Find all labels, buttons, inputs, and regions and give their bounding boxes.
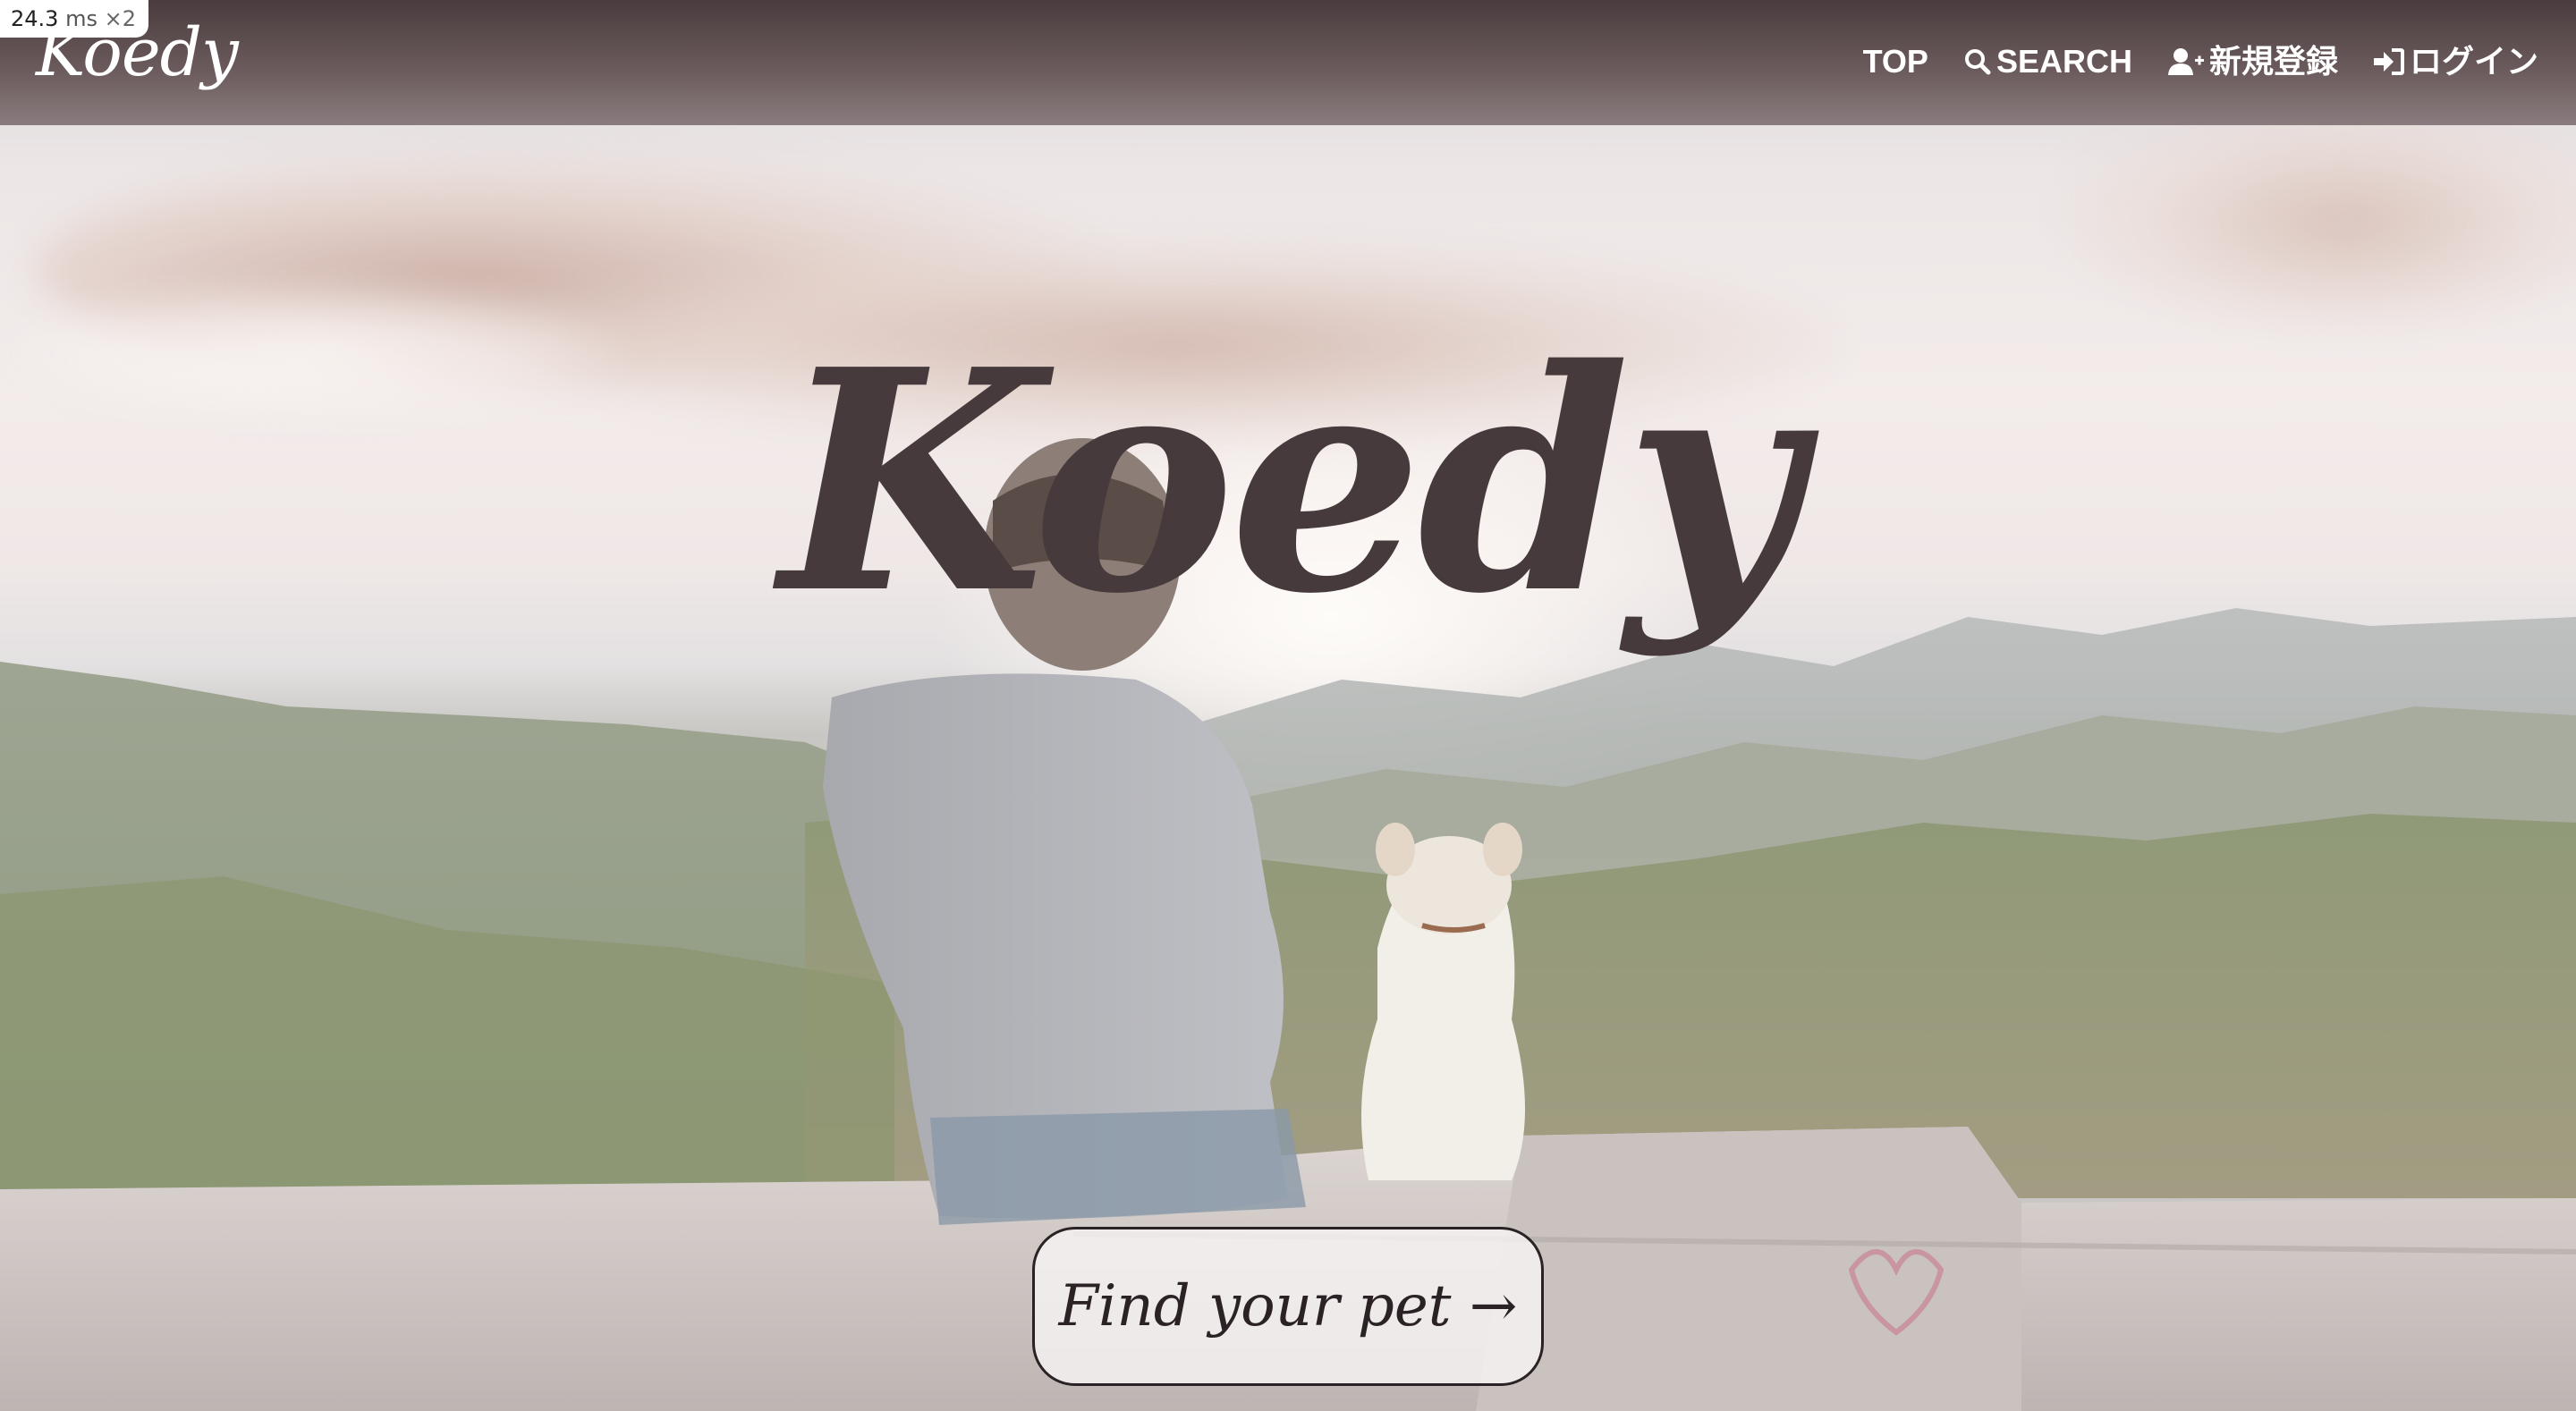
nav-link-register[interactable]: 新規登録 [2167,41,2338,82]
nav-link-label: TOP [1862,43,1928,80]
user-plus-icon [2167,48,2204,75]
perf-multiplier: ×2 [104,6,136,31]
performance-badge: 24.3 ms ×2 [0,0,148,38]
search-icon [1964,49,1991,75]
top-navbar: Koedy TOP SEARCH 新規登録 ログイン [0,0,2576,125]
perf-value: 24.3 [11,6,59,31]
nav-link-top[interactable]: TOP [1863,41,1928,82]
hero-title: Koedy [779,304,1801,661]
sign-in-icon [2373,48,2404,75]
perf-unit: ms [65,6,97,31]
nav-link-search[interactable]: SEARCH [1964,41,2132,82]
nav-link-login[interactable]: ログイン [2373,41,2538,82]
nav-link-label: SEARCH [1996,43,2132,80]
hero-section [0,0,2576,1411]
hero-background-photo [0,438,2576,1411]
nav-link-label: 新規登録 [2208,43,2338,80]
find-pet-button[interactable]: Find your pet → [1032,1227,1544,1386]
navbar-links: TOP SEARCH 新規登録 ログイン [1863,41,2538,82]
nav-link-label: ログイン [2409,43,2538,80]
